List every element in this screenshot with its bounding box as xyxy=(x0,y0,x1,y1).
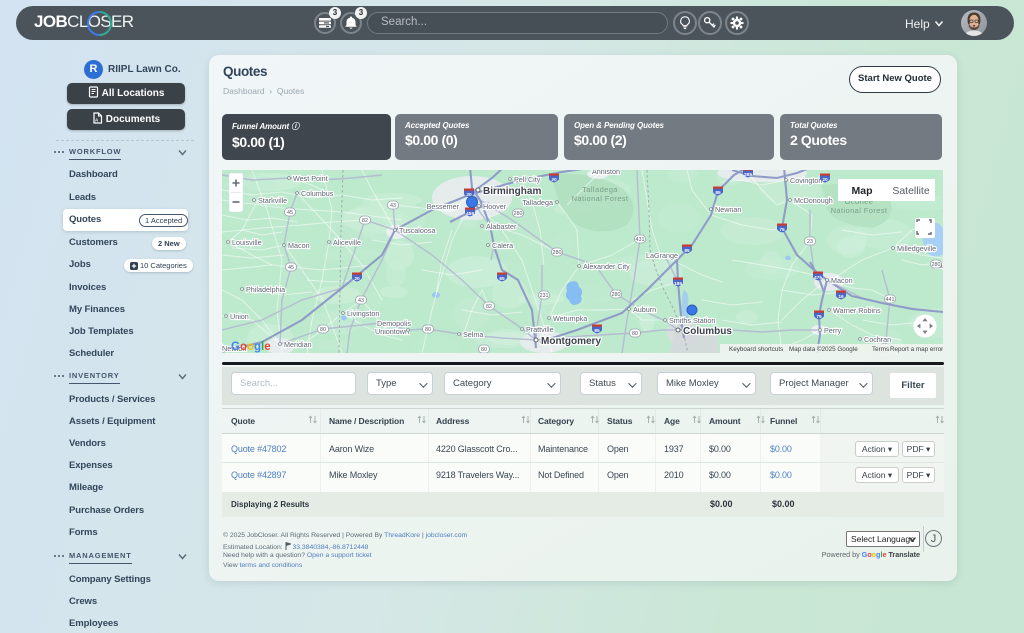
svg-text:Map data ©2025 Google: Map data ©2025 Google xyxy=(789,345,858,353)
svg-text:West Point: West Point xyxy=(293,174,328,183)
svg-text:A: A xyxy=(95,118,99,123)
svg-text:Terms: Terms xyxy=(872,346,889,353)
svg-text:Talladega: Talladega xyxy=(522,198,553,207)
svg-text:231: 231 xyxy=(540,293,549,299)
svg-text:McDonough: McDonough xyxy=(794,196,833,205)
svg-text:85: 85 xyxy=(715,190,721,196)
svg-text:Montgomery: Montgomery xyxy=(541,336,601,347)
svg-text:20: 20 xyxy=(354,276,360,282)
svg-text:459: 459 xyxy=(466,211,474,217)
svg-text:23: 23 xyxy=(807,239,813,245)
svg-text:Union: Union xyxy=(230,312,249,321)
svg-text:185: 185 xyxy=(674,281,682,287)
svg-text:Warner Robins: Warner Robins xyxy=(833,306,881,315)
svg-text:Alexander City: Alexander City xyxy=(583,262,630,271)
svg-text:Anniston: Anniston xyxy=(592,170,620,176)
svg-text:475: 475 xyxy=(814,275,822,281)
svg-text:Calera: Calera xyxy=(492,241,513,250)
svg-text:Cochran: Cochran xyxy=(864,335,891,344)
svg-text:Birmingham: Birmingham xyxy=(483,186,541,197)
svg-text:Columbus: Columbus xyxy=(683,326,732,337)
svg-text:20: 20 xyxy=(551,177,557,183)
svg-text:280: 280 xyxy=(553,250,562,256)
svg-text:Prattville: Prattville xyxy=(526,325,554,334)
svg-text:80: 80 xyxy=(632,331,638,337)
svg-text:80: 80 xyxy=(320,327,326,333)
svg-text:Louisville: Louisville xyxy=(232,238,262,247)
svg-text:45: 45 xyxy=(288,265,294,271)
svg-text:85: 85 xyxy=(684,248,690,254)
svg-text:Livingston: Livingston xyxy=(347,309,379,318)
svg-text:Perry: Perry xyxy=(824,326,842,335)
svg-text:280: 280 xyxy=(932,262,941,268)
svg-text:285: 285 xyxy=(744,172,752,178)
svg-text:Satellite: Satellite xyxy=(892,185,930,197)
svg-text:75: 75 xyxy=(816,314,822,320)
svg-text:Starkville: Starkville xyxy=(258,196,287,205)
svg-text:280: 280 xyxy=(514,211,523,217)
svg-text:Hoover: Hoover xyxy=(483,202,507,211)
svg-text:80: 80 xyxy=(481,347,487,353)
svg-text:Pell City: Pell City xyxy=(514,175,541,184)
svg-text:Auburn: Auburn xyxy=(633,305,656,314)
svg-text:75: 75 xyxy=(779,227,785,233)
svg-text:Tuscaloosa: Tuscaloosa xyxy=(399,226,436,235)
svg-text:82: 82 xyxy=(362,218,368,224)
svg-text:Alabaster: Alabaster xyxy=(486,222,517,231)
svg-text:Meridian: Meridian xyxy=(284,340,312,349)
svg-text:Columbus: Columbus xyxy=(301,189,334,198)
svg-text:Map: Map xyxy=(852,185,873,197)
svg-text:431: 431 xyxy=(636,237,645,243)
svg-text:45: 45 xyxy=(287,210,293,216)
svg-text:82: 82 xyxy=(486,304,492,310)
svg-text:Keyboard shortcuts: Keyboard shortcuts xyxy=(729,346,783,353)
svg-text:National Forest: National Forest xyxy=(831,206,888,215)
svg-text:Uniontown: Uniontown xyxy=(375,327,409,336)
svg-text:85: 85 xyxy=(594,328,600,334)
svg-text:Wetumpka: Wetumpka xyxy=(553,314,587,323)
svg-text:Report a map error: Report a map error xyxy=(890,346,943,353)
svg-text:Smiths Station: Smiths Station xyxy=(669,316,715,325)
svg-text:Macon: Macon xyxy=(288,241,310,250)
svg-text:Milledgeville: Milledgeville xyxy=(897,244,936,253)
svg-text:National Forest: National Forest xyxy=(572,194,629,203)
svg-text:16: 16 xyxy=(838,294,844,300)
svg-text:280: 280 xyxy=(612,292,621,298)
svg-text:43: 43 xyxy=(390,203,396,209)
svg-text:65: 65 xyxy=(499,276,505,282)
svg-text:Talladega: Talladega xyxy=(582,185,618,194)
svg-text:Philadelphia: Philadelphia xyxy=(246,285,285,294)
svg-text:LaGrange: LaGrange xyxy=(646,251,678,260)
svg-text:Covington: Covington xyxy=(790,176,822,185)
svg-text:20: 20 xyxy=(822,177,828,183)
svg-text:Google: Google xyxy=(231,341,271,353)
svg-text:Macon: Macon xyxy=(831,276,853,285)
svg-text:Selma: Selma xyxy=(463,330,483,339)
svg-text:441: 441 xyxy=(886,297,895,303)
svg-text:80: 80 xyxy=(425,327,431,333)
svg-text:Bessemer: Bessemer xyxy=(427,202,460,211)
svg-text:Aliceville: Aliceville xyxy=(333,238,361,247)
svg-text:Newnan: Newnan xyxy=(715,205,741,214)
svg-text:43: 43 xyxy=(358,298,364,304)
